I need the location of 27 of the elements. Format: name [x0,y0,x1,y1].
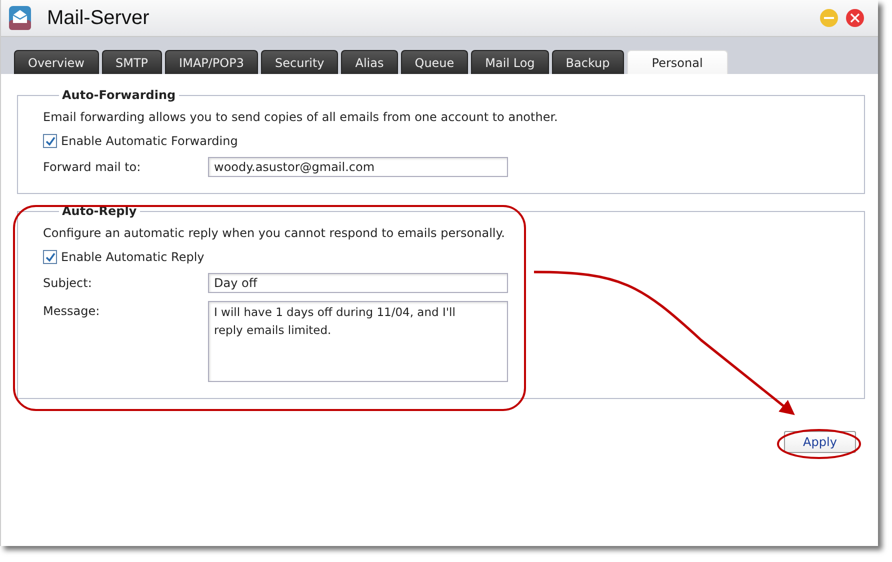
mail-tray-icon [9,6,31,30]
tab[interactable]: Alias [341,50,398,74]
checkbox-label: Enable Automatic Reply [61,250,204,264]
group-title: Auto-Forwarding [61,88,177,102]
tab[interactable]: IMAP/POP3 [165,50,258,74]
tab[interactable]: Backup [552,50,624,74]
checkbox[interactable] [43,134,57,148]
description-text: Email forwarding allows you to send copies of all emails from one account to another. [43,110,559,124]
input-field[interactable]: Day off [208,273,508,293]
tab[interactable]: Security [260,50,338,74]
message-field[interactable]: I will have 1 days off during 11/04, and I'll reply emails limited. [208,301,508,382]
tab[interactable]: SMTP [102,50,162,74]
close-button[interactable] [846,9,864,27]
window-title: Mail-Server [47,6,150,30]
field-label: Message: [43,303,101,318]
tab[interactable]: Mail Log [471,50,549,74]
apply-button[interactable]: Apply [784,431,856,453]
description-text: Configure an automatic reply when you cannot respond to emails personally. [43,226,506,240]
tab[interactable]: Overview [14,50,98,74]
checkbox-label: Enable Automatic Forwarding [61,134,238,148]
tab[interactable]: Personal [626,50,728,74]
group-title: Auto-Reply [61,204,138,218]
field-label: Subject: [43,275,93,290]
input-field[interactable]: woody.asustor@gmail.com [208,157,508,177]
field-label: Forward mail to: [43,159,142,174]
checkbox[interactable] [43,250,57,264]
tab[interactable]: Queue [400,50,468,74]
